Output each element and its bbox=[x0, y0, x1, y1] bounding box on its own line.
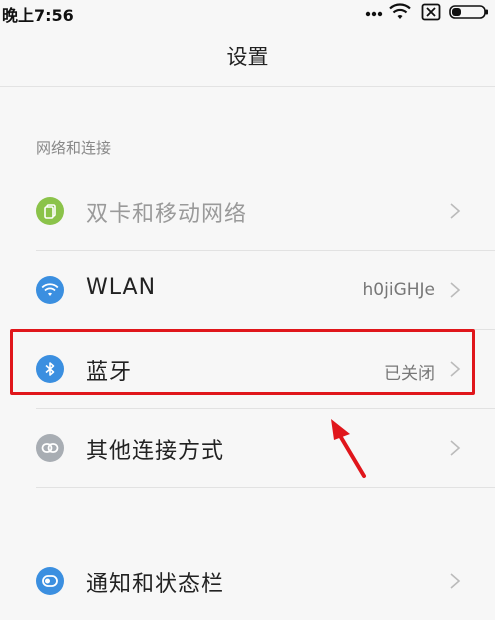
settings-row-dual-sim[interactable]: 双卡和移动网络 bbox=[0, 172, 495, 250]
settings-row-wlan[interactable]: WLAN h0jiGHJe bbox=[0, 251, 495, 329]
chevron-right-icon bbox=[450, 573, 461, 589]
settings-row-label: 通知和状态栏 bbox=[86, 572, 225, 597]
status-time: 晚上7:56 bbox=[2, 6, 74, 25]
chevron-right-icon bbox=[450, 282, 461, 298]
settings-row-label: 双卡和移动网络 bbox=[86, 202, 248, 227]
section-header-network: 网络和连接 bbox=[36, 139, 112, 157]
divider bbox=[36, 487, 495, 488]
title-bar: 设置 bbox=[0, 26, 495, 87]
more-dots-icon bbox=[365, 11, 383, 17]
highlight-box bbox=[10, 329, 475, 395]
arrow-annotation-icon bbox=[331, 419, 366, 478]
page-title: 设置 bbox=[226, 45, 269, 69]
settings-row-label: WLAN bbox=[86, 275, 157, 300]
sim-cards-icon bbox=[36, 197, 64, 225]
settings-row-notifications[interactable]: 通知和状态栏 bbox=[0, 542, 495, 620]
notification-icon bbox=[36, 567, 64, 595]
chevron-right-icon bbox=[450, 203, 461, 219]
wifi-icon bbox=[36, 276, 64, 304]
settings-row-other-connections[interactable]: 其他连接方式 bbox=[0, 409, 495, 487]
battery-icon bbox=[449, 5, 488, 19]
settings-row-label: 其他连接方式 bbox=[86, 439, 225, 464]
wlan-network-name: h0jiGHJe bbox=[362, 280, 435, 300]
sim-card-icon bbox=[421, 3, 441, 21]
chevron-right-icon bbox=[450, 440, 461, 456]
link-icon bbox=[36, 434, 64, 462]
wifi-icon bbox=[389, 3, 411, 19]
status-bar: 晚上7:56 bbox=[0, 0, 495, 26]
